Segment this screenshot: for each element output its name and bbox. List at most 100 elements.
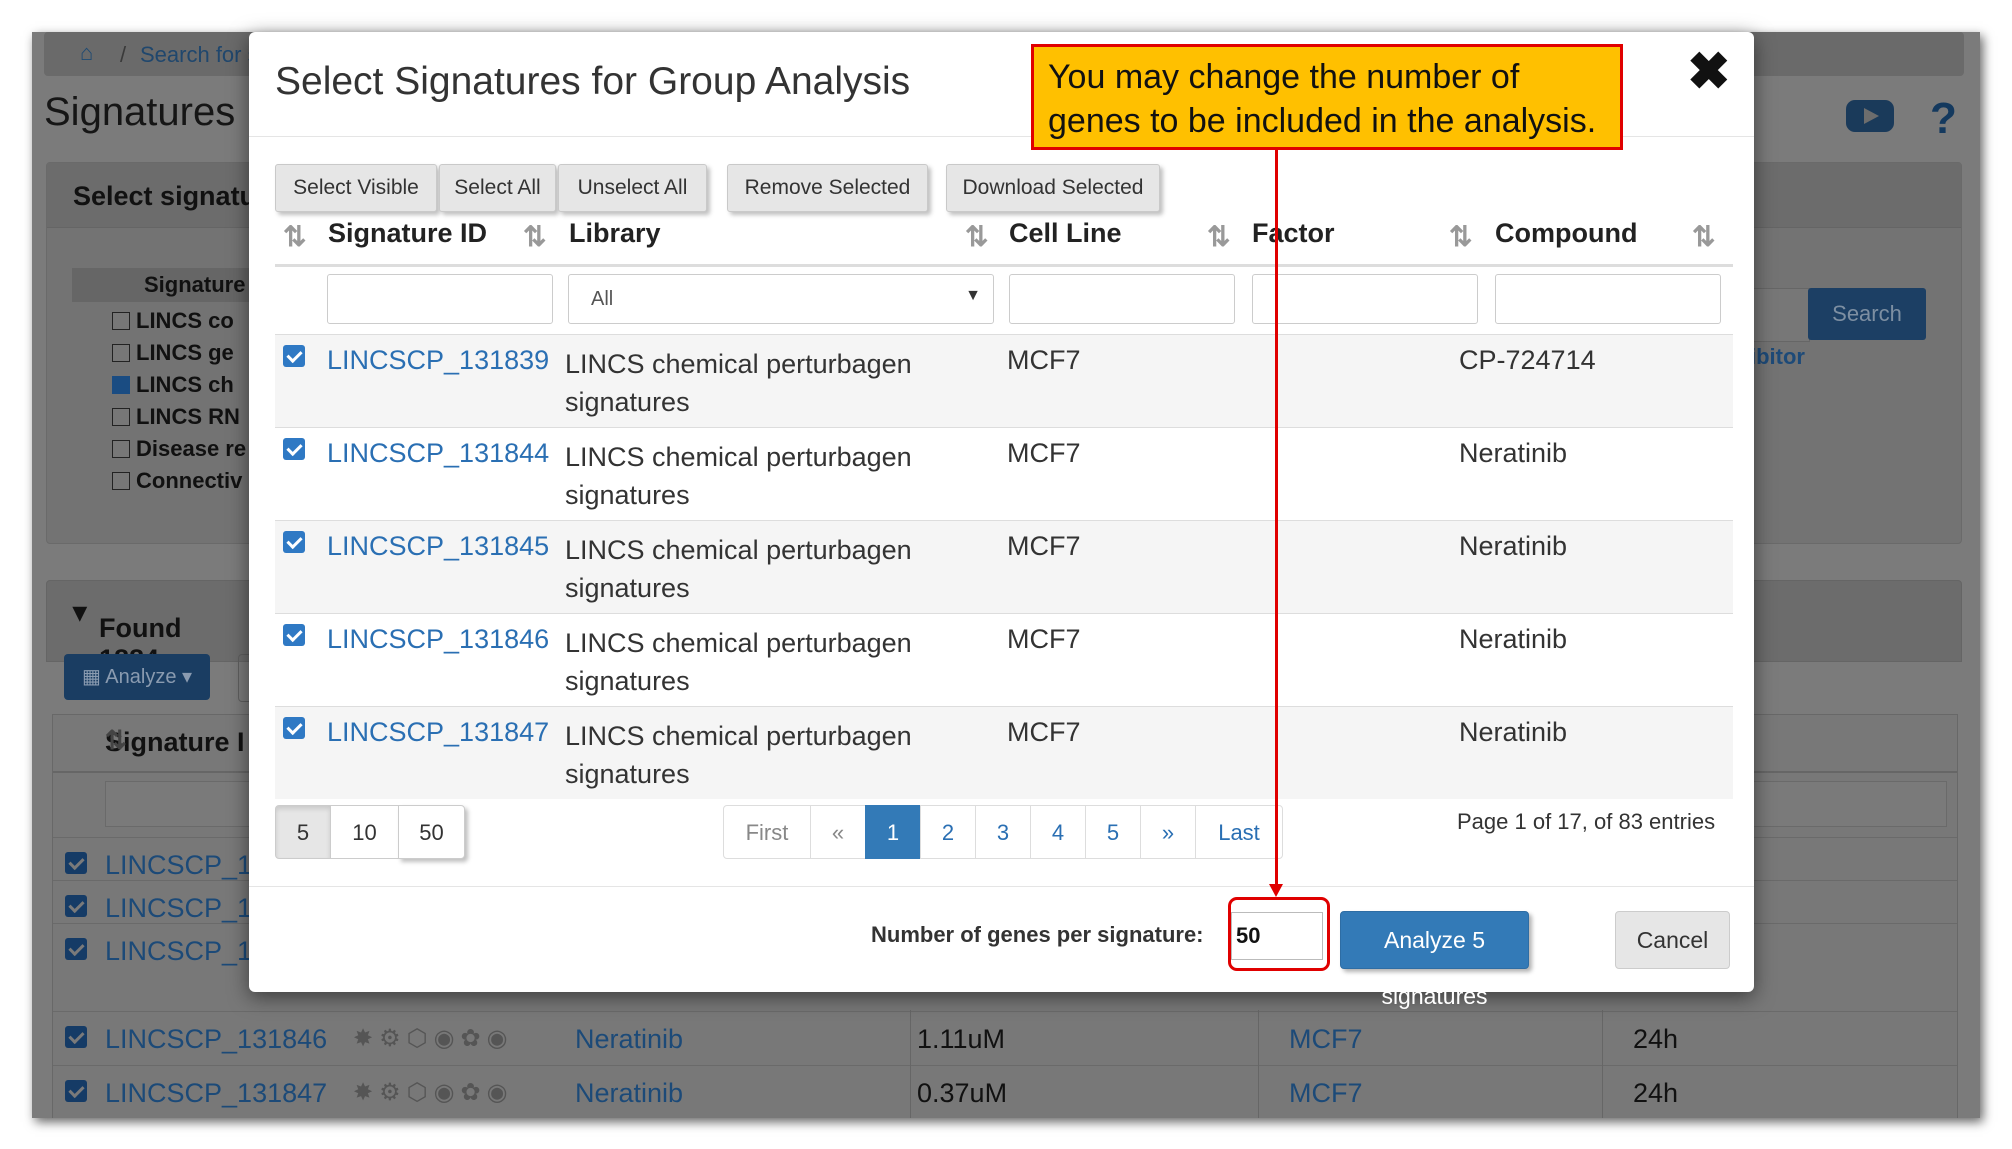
- column-header-library[interactable]: Library: [569, 218, 661, 268]
- annotation-callout: You may change the number of genes to be…: [1031, 44, 1623, 150]
- analyze-signatures-button[interactable]: Analyze 5 signatures: [1340, 911, 1529, 1009]
- compound-cell: CP-724714: [1459, 345, 1596, 375]
- annotation-arrow-line: [1275, 150, 1278, 885]
- page-title: Signatures: [44, 90, 236, 134]
- checkbox-checked-icon[interactable]: [65, 895, 87, 917]
- page-size-5[interactable]: 5: [275, 805, 331, 859]
- sort-icon[interactable]: ⇅: [283, 220, 306, 253]
- column-header-compound[interactable]: Compound: [1495, 218, 1637, 268]
- pagination-next[interactable]: »: [1140, 805, 1196, 859]
- home-icon[interactable]: ⌂: [80, 40, 93, 66]
- checkbox-checked-icon[interactable]: [283, 717, 305, 739]
- signature-link[interactable]: LINCSCP_1: [105, 893, 252, 924]
- pagination-page-2[interactable]: 2: [920, 805, 976, 859]
- help-icon[interactable]: ?: [1930, 94, 1957, 144]
- partial-link[interactable]: ibitor: [1750, 344, 1805, 370]
- modal-footer-divider: [249, 886, 1754, 887]
- column-header-factor[interactable]: Factor: [1252, 218, 1335, 268]
- pagination-page-4[interactable]: 4: [1030, 805, 1086, 859]
- checkbox-icon: [112, 472, 130, 490]
- column-header-cell-line[interactable]: Cell Line: [1009, 218, 1122, 268]
- checkbox-icon: [112, 440, 130, 458]
- library-option[interactable]: LINCS ch: [112, 372, 246, 404]
- table-row: LINCSCP_131844 LINCS chemical perturbage…: [275, 427, 1733, 520]
- checkbox-checked-icon[interactable]: [65, 1026, 87, 1048]
- signature-link[interactable]: LINCSCP_131839: [327, 345, 549, 376]
- time-cell: 24h: [1633, 1078, 1679, 1108]
- cell-line-link[interactable]: MCF7: [1289, 1024, 1363, 1055]
- pagination-last[interactable]: Last: [1195, 805, 1283, 859]
- cell-line-link[interactable]: MCF7: [1289, 1078, 1363, 1109]
- video-icon[interactable]: [1846, 100, 1894, 132]
- breadcrumb-search-link[interactable]: Search for s: [140, 42, 259, 68]
- analyze-dropdown-button[interactable]: ▦ Analyze ▾: [64, 654, 210, 700]
- sort-icon[interactable]: ⇅: [1207, 220, 1230, 253]
- checkbox-checked-icon[interactable]: [65, 938, 87, 960]
- signature-action-icons[interactable]: ✸⚙⬡◉✿◉: [353, 1078, 514, 1107]
- signature-link[interactable]: LINCSCP_131847: [105, 1078, 327, 1109]
- signature-id-filter[interactable]: [327, 274, 553, 324]
- table-row: LINCSCP_131847 ✸⚙⬡◉✿◉ Neratinib 0.37uM M…: [53, 1065, 1957, 1118]
- library-cell: LINCS chemical perturbagen signatures: [565, 442, 912, 510]
- page-info: Page 1 of 17, of 83 entries: [1457, 809, 1716, 834]
- compound-link[interactable]: Neratinib: [575, 1024, 683, 1055]
- sort-icon[interactable]: ⇅: [1449, 220, 1472, 253]
- signature-link[interactable]: LINCSCP_1: [105, 936, 252, 967]
- compound-link[interactable]: Neratinib: [575, 1078, 683, 1109]
- search-button[interactable]: Search: [1808, 288, 1926, 340]
- cell-line-cell: MCF7: [1007, 531, 1081, 561]
- checkbox-checked-icon[interactable]: [283, 345, 305, 367]
- library-option[interactable]: Disease re: [112, 436, 246, 468]
- library-option[interactable]: LINCS co: [112, 308, 246, 340]
- sort-icon[interactable]: ⇅: [965, 220, 988, 253]
- signature-link[interactable]: LINCSCP_1: [105, 850, 252, 881]
- download-selected-button[interactable]: Download Selected: [946, 164, 1160, 212]
- pagination-prev[interactable]: «: [810, 805, 866, 859]
- checkbox-checked-icon[interactable]: [65, 852, 87, 874]
- checkbox-checked-icon[interactable]: [283, 438, 305, 460]
- select-all-button[interactable]: Select All: [439, 164, 556, 212]
- signature-link[interactable]: LINCSCP_131845: [327, 531, 549, 562]
- pagination-page-3[interactable]: 3: [975, 805, 1031, 859]
- checkbox-checked-icon[interactable]: [283, 624, 305, 646]
- signature-action-icons[interactable]: ✸⚙⬡◉✿◉: [353, 1024, 514, 1053]
- compound-cell: Neratinib: [1459, 438, 1568, 468]
- checkbox-checked-icon[interactable]: [65, 1080, 87, 1102]
- signature-link[interactable]: LINCSCP_131846: [105, 1024, 327, 1055]
- library-option[interactable]: LINCS ge: [112, 340, 246, 372]
- header-divider: [275, 264, 1733, 267]
- unselect-all-button[interactable]: Unselect All: [558, 164, 707, 212]
- cell-line-cell: MCF7: [1007, 345, 1081, 375]
- checkbox-checked-icon: [112, 376, 130, 394]
- time-cell: 24h: [1633, 1024, 1679, 1054]
- compound-cell: Neratinib: [1459, 531, 1568, 561]
- close-icon[interactable]: ✖: [1687, 46, 1731, 98]
- library-option[interactable]: LINCS RN: [112, 404, 246, 436]
- column-header-signature-id[interactable]: Signature ID: [328, 218, 487, 268]
- pagination-first[interactable]: First: [723, 805, 811, 859]
- page-size-50[interactable]: 50: [398, 805, 465, 859]
- page-size-10[interactable]: 10: [330, 805, 399, 859]
- cell-line-filter[interactable]: [1009, 274, 1235, 324]
- pagination-page-1[interactable]: 1: [865, 805, 921, 859]
- compound-filter[interactable]: [1495, 274, 1721, 324]
- sort-icon[interactable]: ⇅: [1692, 220, 1715, 253]
- modal-title: Select Signatures for Group Analysis: [275, 60, 911, 103]
- signature-link[interactable]: LINCSCP_131847: [327, 717, 549, 748]
- breadcrumb-separator: /: [120, 42, 127, 67]
- library-option[interactable]: Connectiv: [112, 468, 246, 500]
- signature-link[interactable]: LINCSCP_131846: [327, 624, 549, 655]
- cancel-button[interactable]: Cancel: [1615, 911, 1730, 969]
- select-visible-button[interactable]: Select Visible: [275, 164, 437, 212]
- pagination-page-5[interactable]: 5: [1085, 805, 1141, 859]
- signature-link[interactable]: LINCSCP_131844: [327, 438, 549, 469]
- sort-icon[interactable]: ⇅: [523, 220, 546, 253]
- annotation-highlight-box: [1228, 897, 1330, 971]
- library-cell: LINCS chemical perturbagen signatures: [565, 535, 912, 603]
- factor-filter[interactable]: [1252, 274, 1478, 324]
- cell-line-cell: MCF7: [1007, 438, 1081, 468]
- results-title: ▾ Found 1884: [73, 597, 182, 674]
- remove-selected-button[interactable]: Remove Selected: [727, 164, 928, 212]
- checkbox-checked-icon[interactable]: [283, 531, 305, 553]
- library-filter-select[interactable]: All ▼: [568, 274, 994, 324]
